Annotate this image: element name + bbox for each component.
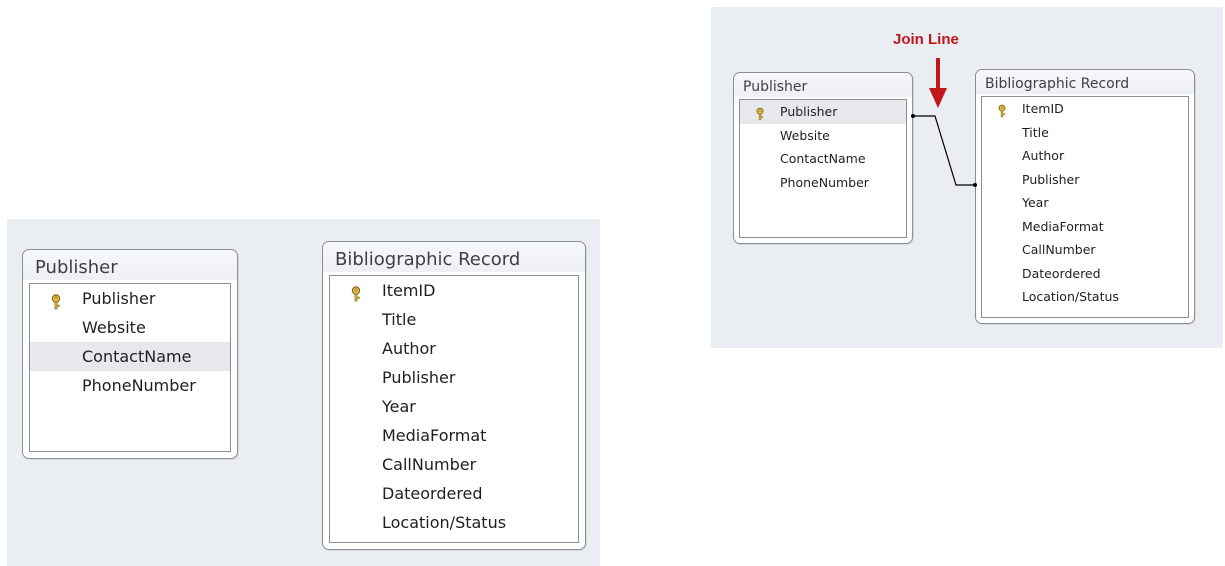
join-end-dot (973, 183, 977, 187)
join-overlay (911, 58, 977, 187)
join-end-dot (911, 114, 915, 118)
join-line[interactable] (913, 115, 975, 186)
arrow-down-icon (929, 58, 947, 108)
